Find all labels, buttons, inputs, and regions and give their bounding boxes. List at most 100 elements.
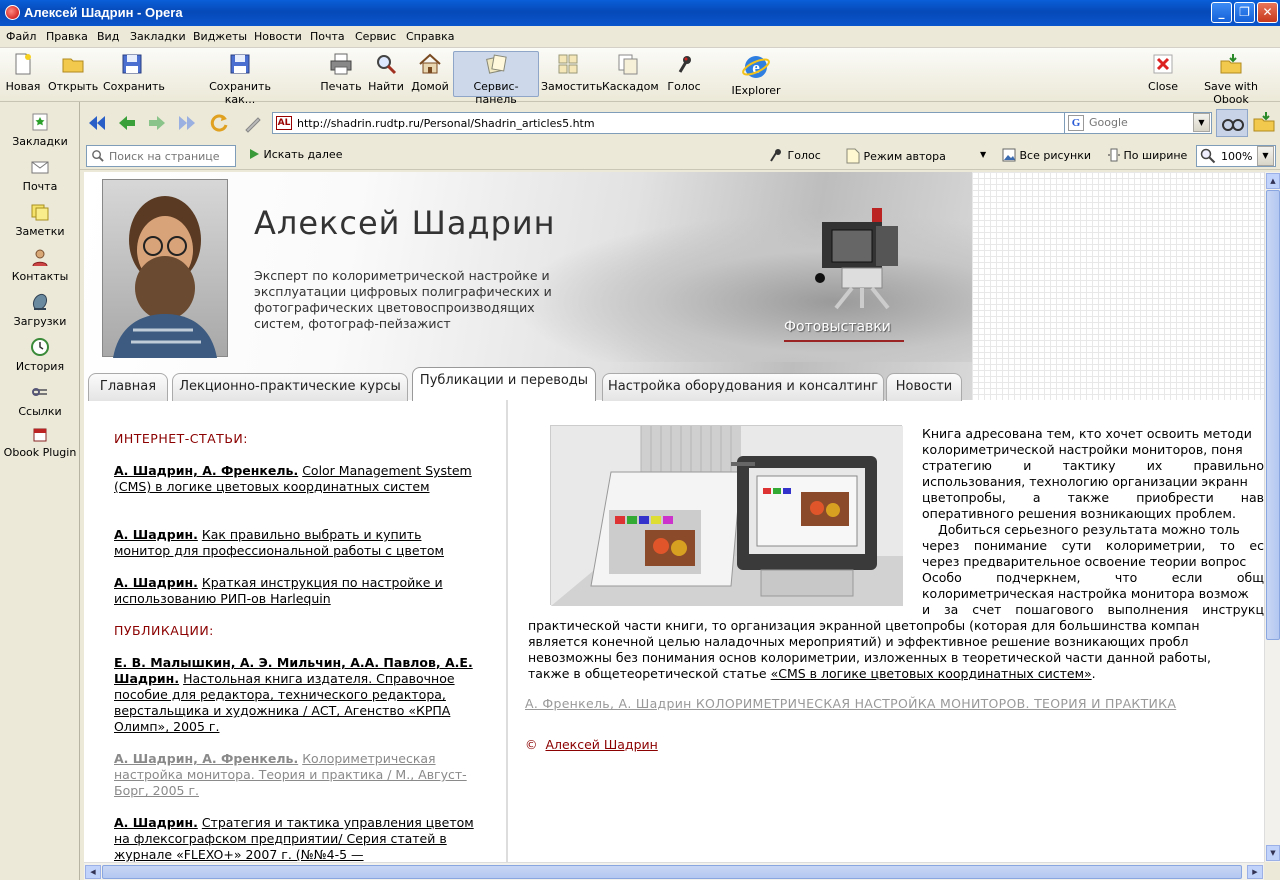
folder-arrow-icon[interactable] [1252, 110, 1276, 134]
vertical-scrollbar[interactable]: ▲ ▼ [1264, 172, 1280, 862]
save-with-obook-button[interactable]: Save with Obook [1188, 52, 1274, 106]
article-item[interactable]: А. Шадрин, А. Френкель. Color Management… [114, 463, 474, 495]
minimize-button[interactable]: _ [1211, 2, 1232, 23]
tile-icon [558, 54, 578, 74]
page-viewport: Алексей Шадрин Эксперт по колориметричес… [84, 172, 1264, 862]
menu-widgets[interactable]: Виджеты [193, 30, 247, 43]
reload-icon[interactable] [208, 112, 230, 134]
view-toggle-button[interactable] [1216, 109, 1248, 137]
panel-bookmarks[interactable]: Закладки [0, 112, 80, 148]
fit-width-icon [1108, 148, 1120, 162]
article-item[interactable]: А. Шадрин. Краткая инструкция по настрой… [114, 575, 474, 607]
cascade-button[interactable]: Каскадом [602, 52, 659, 93]
glasses-icon [1222, 119, 1244, 131]
author-portrait [102, 179, 228, 358]
downloads-icon [32, 293, 48, 311]
exhibitions-link[interactable]: Фотовыставки [784, 319, 891, 335]
find-input[interactable] [109, 150, 233, 163]
home-icon [419, 53, 441, 74]
article-item[interactable]: А. Шадрин. Как правильно выбрать и купит… [114, 527, 474, 559]
menu-tools[interactable]: Сервис [355, 30, 396, 43]
panel-icon [486, 54, 507, 74]
publication-item[interactable]: Е. В. Малышкин, А. Э. Мильчин, А.А. Павл… [114, 655, 474, 735]
menu-help[interactable]: Справка [406, 30, 454, 43]
author-link[interactable]: Алексей Шадрин [545, 737, 657, 752]
portrait-image [113, 196, 217, 358]
scroll-up-arrow[interactable]: ▲ [1266, 173, 1280, 189]
panel-contacts[interactable]: Контакты [0, 247, 80, 283]
internet-explorer-icon: e [742, 56, 770, 78]
search-input[interactable] [1089, 116, 1189, 129]
address-url[interactable]: http://shadrin.rudtp.ru/Personal/Shadrin… [297, 117, 595, 130]
search-dropdown-arrow[interactable]: ▼ [1193, 113, 1210, 132]
microphone-icon [770, 149, 781, 162]
zoom-dropdown-arrow[interactable]: ▼ [1257, 146, 1274, 166]
close-icon [1153, 54, 1173, 74]
google-icon[interactable]: G [1068, 115, 1084, 131]
close-window-button[interactable]: ✕ [1257, 2, 1278, 23]
panel-links[interactable]: Ссылки [0, 382, 80, 418]
tab-equipment-consulting[interactable]: Настройка оборудования и консалтинг [602, 373, 884, 401]
menu-edit[interactable]: Правка [46, 30, 88, 43]
all-images-button[interactable]: Все рисунки [1002, 148, 1091, 162]
tab-home[interactable]: Главная [88, 373, 168, 401]
forward-icon[interactable] [146, 112, 168, 134]
find-next-button[interactable]: Искать далее [248, 148, 342, 161]
cms-article-link[interactable]: «CMS в логике цветовых координатных сист… [771, 666, 1092, 681]
address-field[interactable]: AL http://shadrin.rudtp.ru/Personal/Shad… [272, 112, 1136, 134]
floppy-icon [230, 54, 250, 74]
panel-downloads[interactable]: Загрузки [0, 292, 80, 328]
menu-bookmarks[interactable]: Закладки [130, 30, 186, 43]
voice-button[interactable]: Голос [666, 52, 702, 93]
menu-news[interactable]: Новости [254, 30, 302, 43]
menu-view[interactable]: Вид [97, 30, 119, 43]
horizontal-scrollbar[interactable]: ◀ ▶ [84, 862, 1264, 880]
open-button[interactable]: Открыть [48, 52, 98, 93]
site-favicon: AL [276, 116, 292, 130]
fast-forward-icon[interactable] [176, 112, 198, 134]
panel-obook-plugin[interactable]: Obook Plugin [0, 427, 80, 459]
search-field[interactable]: G ▼ [1064, 112, 1212, 134]
contacts-icon [32, 249, 48, 267]
book-title-link[interactable]: А. Френкель, А. Шадрин КОЛОРИМЕТРИЧЕСКАЯ… [525, 696, 1176, 711]
menu-file[interactable]: Файл [6, 30, 36, 43]
author-mode-button[interactable]: Режим автора [846, 148, 946, 164]
bookmark-icon [32, 113, 48, 131]
find-button[interactable]: Найти [368, 52, 404, 93]
edit-icon[interactable] [242, 112, 264, 134]
tab-publications[interactable]: Публикации и переводы [412, 367, 596, 401]
publication-item[interactable]: А. Шадрин. Стратегия и тактика управлени… [114, 815, 474, 862]
scroll-down-arrow[interactable]: ▼ [1266, 845, 1280, 861]
menu-mail[interactable]: Почта [310, 30, 345, 43]
fit-width-button[interactable]: По ширине [1108, 148, 1187, 162]
voice-toolbar-button[interactable]: Голос [768, 148, 821, 162]
back-icon[interactable] [116, 112, 138, 134]
rewind-icon[interactable] [86, 112, 108, 134]
find-field[interactable] [86, 145, 236, 167]
tab-courses[interactable]: Лекционно-практические курсы [172, 373, 408, 401]
print-button[interactable]: Печать [320, 52, 362, 93]
author-mode-dropdown[interactable]: ▼ [980, 150, 986, 159]
home-button[interactable]: Домой [411, 52, 449, 93]
close-tab-button[interactable]: Close [1146, 52, 1180, 93]
save-button[interactable]: Сохранить [103, 52, 165, 93]
monitors-illustration [551, 426, 903, 606]
window-title: Алексей Шадрин - Opera [24, 5, 183, 20]
panel-mail[interactable]: Почта [0, 157, 80, 193]
panel-notes[interactable]: Заметки [0, 202, 80, 238]
scroll-left-arrow[interactable]: ◀ [85, 865, 101, 879]
panel-history[interactable]: История [0, 337, 80, 373]
tab-news[interactable]: Новости [886, 373, 962, 401]
copyright-notice: © Алексей Шадрин [525, 737, 658, 752]
publication-item[interactable]: А. Шадрин, А. Френкель. Колориметрическа… [114, 751, 474, 799]
new-button[interactable]: Новая [4, 52, 42, 93]
vertical-scroll-thumb[interactable] [1266, 190, 1280, 640]
save-as-button[interactable]: Сохранить как... [194, 52, 286, 106]
tile-button[interactable]: Замостить [541, 52, 602, 93]
maximize-button[interactable]: ❐ [1234, 2, 1255, 23]
horizontal-scroll-thumb[interactable] [102, 865, 1242, 879]
scroll-right-arrow[interactable]: ▶ [1247, 865, 1263, 879]
service-panel-button[interactable]: Сервис-панель [453, 51, 539, 106]
iexplorer-button[interactable]: e IExplorer [728, 52, 784, 97]
zoom-control[interactable]: 100% ▼ [1196, 145, 1276, 167]
